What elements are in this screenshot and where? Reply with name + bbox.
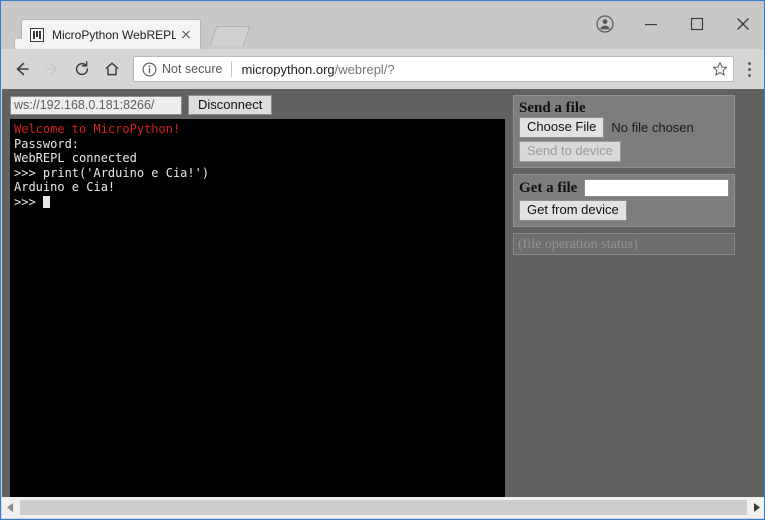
kebab-menu-icon[interactable] [736, 54, 762, 84]
window-controls [582, 1, 764, 47]
scroll-left-arrow-icon[interactable] [2, 497, 19, 518]
omnibox-divider [231, 61, 233, 77]
terminal-line: WebREPL connected [14, 151, 137, 165]
websocket-url-input[interactable]: ws://192.168.0.181:8266/ [10, 95, 182, 115]
terminal-line: Welcome to MicroPython! [14, 122, 181, 136]
terminal-line: Arduino e Cia! [14, 180, 116, 194]
send-file-row: Choose File No file chosen [519, 117, 729, 138]
get-file-action-row: Get from device [519, 200, 729, 221]
browser-window: MicroPython WebREPL Not secure micropyth… [0, 0, 765, 520]
url-path: /webrepl/? [334, 61, 395, 77]
new-tab-button[interactable] [209, 26, 251, 46]
chosen-file-label: No file chosen [611, 120, 694, 135]
back-arrow-icon[interactable] [7, 54, 37, 84]
close-icon[interactable] [720, 8, 764, 40]
terminal-widget[interactable]: Welcome to MicroPython! Password: WebREP… [10, 119, 505, 498]
connection-bar: ws://192.168.0.181:8266/ Disconnect [10, 95, 273, 115]
terminal-line: Password: [14, 136, 80, 151]
choose-file-button[interactable]: Choose File [519, 117, 605, 138]
info-circle-icon[interactable] [142, 61, 157, 77]
url-text: micropython.org/webrepl/? [241, 62, 707, 77]
file-transfer-panel: Send a file Choose File No file chosen S… [513, 95, 735, 255]
send-file-action-row: Send to device [519, 141, 729, 162]
micropython-logo-icon [30, 27, 44, 42]
tab-close-icon[interactable] [176, 25, 196, 45]
home-icon[interactable] [97, 54, 127, 84]
get-file-section: Get a file Get from device [513, 174, 735, 227]
scroll-right-arrow-icon[interactable] [748, 497, 764, 518]
get-from-device-button[interactable]: Get from device [519, 200, 627, 221]
horizontal-scroll-thumb[interactable] [20, 500, 747, 515]
file-operation-status: (file operation status) [513, 233, 735, 255]
send-file-title: Send a file [519, 100, 586, 116]
get-file-filename-input[interactable] [584, 179, 729, 197]
get-file-title: Get a file [519, 179, 578, 196]
tab-title: MicroPython WebREPL [52, 27, 176, 42]
reload-icon[interactable] [67, 54, 97, 84]
terminal-prompt: >>> [14, 194, 43, 209]
terminal-cursor [42, 195, 50, 208]
url-host: micropython.org [241, 61, 335, 77]
tab-micropython-webrepl[interactable]: MicroPython WebREPL [14, 19, 201, 50]
get-file-row: Get a file [519, 179, 729, 197]
address-bar[interactable]: Not secure micropython.org/webrepl/? [133, 56, 734, 82]
send-file-section: Send a file Choose File No file chosen S… [513, 95, 735, 168]
terminal-prompt-line: >>> [14, 195, 505, 210]
tab-strip: MicroPython WebREPL [1, 1, 764, 50]
browser-toolbar: Not secure micropython.org/webrepl/? [1, 49, 764, 89]
bookmark-star-icon[interactable] [707, 61, 733, 77]
profile-icon[interactable] [582, 8, 628, 40]
webrepl-page: ws://192.168.0.181:8266/ Disconnect Welc… [2, 89, 764, 498]
minimize-icon[interactable] [628, 8, 674, 40]
forward-arrow-icon [37, 54, 67, 84]
horizontal-scrollbar[interactable] [2, 497, 764, 518]
maximize-icon[interactable] [674, 8, 720, 40]
terminal-line: >>> print('Arduino e Cia!') [14, 165, 210, 180]
security-status-label: Not secure [162, 62, 223, 76]
send-to-device-button[interactable]: Send to device [519, 141, 622, 162]
disconnect-button[interactable]: Disconnect [188, 95, 273, 115]
